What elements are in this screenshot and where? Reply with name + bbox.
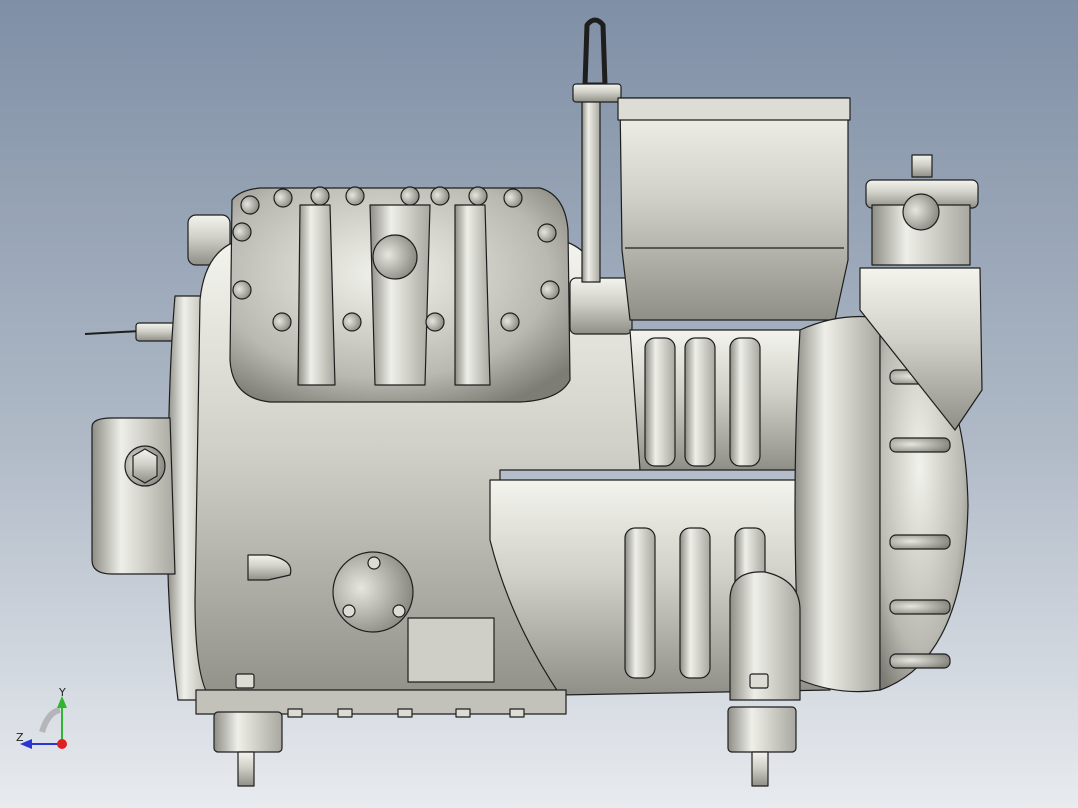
mount-stud-right bbox=[751, 751, 769, 787]
lifting-rod bbox=[581, 99, 601, 283]
terminal-box-lid bbox=[617, 97, 851, 121]
triad-origin bbox=[57, 739, 67, 749]
mount-foot-left bbox=[213, 711, 283, 753]
lifting-eye-base bbox=[572, 83, 622, 103]
head-rib-3 bbox=[454, 204, 491, 386]
mount-foot-right bbox=[727, 706, 797, 753]
left-fitting bbox=[135, 322, 177, 342]
lifting-eye bbox=[582, 17, 608, 88]
compressor-3d-model[interactable] bbox=[0, 0, 1078, 808]
mount-stud-left bbox=[237, 751, 255, 787]
z-axis-label: Z bbox=[16, 731, 24, 744]
head-rib-2 bbox=[369, 204, 431, 386]
nameplate bbox=[407, 617, 495, 683]
cad-viewport[interactable]: Y Z bbox=[0, 0, 1078, 808]
y-axis-label: Y bbox=[59, 686, 66, 699]
motor-end-cover bbox=[794, 315, 881, 693]
head-center-boss bbox=[372, 234, 418, 280]
motor-cooling-ribs-upper bbox=[644, 337, 761, 467]
left-wire bbox=[84, 330, 141, 335]
right-valve-cap bbox=[911, 154, 933, 178]
head-rib-1 bbox=[297, 204, 336, 386]
left-valve-hex bbox=[132, 448, 158, 484]
right-valve-port bbox=[902, 193, 940, 231]
suction-stub bbox=[569, 277, 633, 335]
left-service-valve bbox=[91, 417, 176, 575]
terminal-box bbox=[619, 97, 849, 321]
triad-rotation-arc bbox=[39, 707, 61, 733]
